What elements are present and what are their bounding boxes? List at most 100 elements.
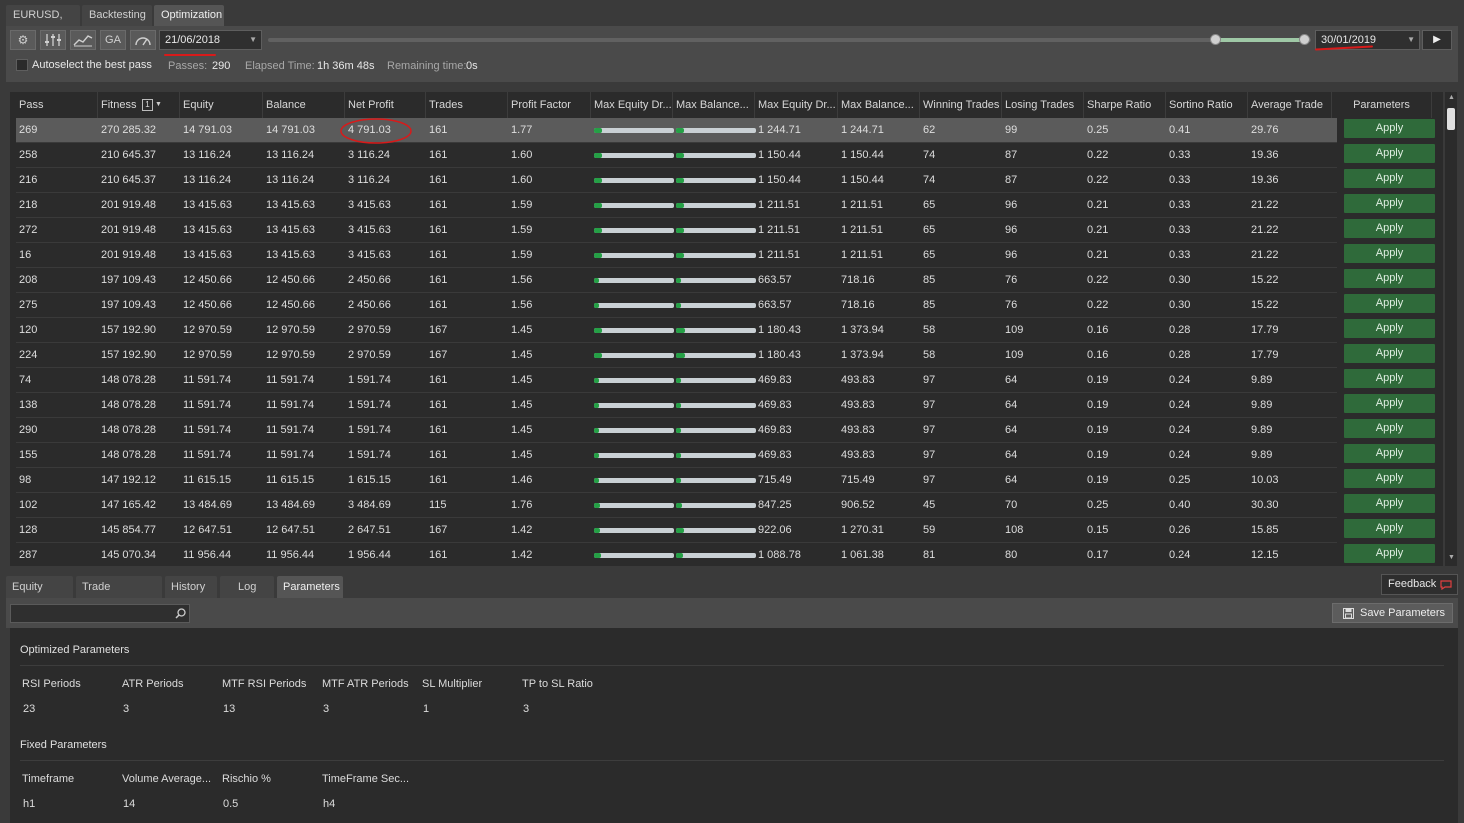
date-range-slider[interactable] — [268, 38, 1311, 42]
column-header[interactable]: Losing Trades — [1002, 92, 1084, 118]
apply-button[interactable]: Apply — [1344, 244, 1435, 263]
table-row[interactable]: 258 210 645.37 13 116.24 13 116.24 3 116.24 1… — [16, 143, 1337, 168]
table-row[interactable]: 216 210 645.37 13 116.24 13 116.24 3 116.24 1… — [16, 168, 1337, 193]
tab-equity-chart[interactable]: Equity Chart — [6, 576, 73, 615]
cell-avg: 17.79 — [1251, 324, 1279, 336]
table-row[interactable]: 269 270 285.32 14 791.03 14 791.03 4 791.03 1… — [16, 118, 1337, 143]
table-row[interactable]: 272 201 919.48 13 415.63 13 415.63 3 415.63 1… — [16, 218, 1337, 243]
apply-button[interactable]: Apply — [1344, 169, 1435, 188]
apply-button[interactable]: Apply — [1344, 419, 1435, 438]
cell-pf: 1.45 — [511, 324, 533, 336]
apply-button[interactable]: Apply — [1344, 294, 1435, 313]
table-row[interactable]: 155 148 078.28 11 591.74 11 591.74 1 591.74 1… — [16, 443, 1337, 468]
table-row[interactable]: 138 148 078.28 11 591.74 11 591.74 1 591.74 1… — [16, 393, 1337, 418]
table-row[interactable]: 218 201 919.48 13 415.63 13 415.63 3 415.63 1… — [16, 193, 1337, 218]
cell-sharpe: 0.19 — [1087, 424, 1109, 436]
table-row[interactable]: 290 148 078.28 11 591.74 11 591.74 1 591.74 1… — [16, 418, 1337, 443]
apply-button[interactable]: Apply — [1344, 144, 1435, 163]
tab-log[interactable]: Log — [220, 576, 274, 598]
gauge-icon[interactable] — [130, 30, 156, 50]
range-end-handle[interactable] — [1299, 34, 1310, 45]
cell-med: 1 180.43 — [758, 324, 801, 336]
drawdown-fill — [594, 303, 599, 308]
cell-avg: 9.89 — [1251, 374, 1273, 386]
table-row[interactable]: 224 157 192.90 12 970.59 12 970.59 2 970.59 1… — [16, 343, 1337, 368]
play-icon[interactable]: ▶ — [1422, 30, 1452, 50]
table-row[interactable]: 275 197 109.43 12 450.66 12 450.66 2 450.66 1… — [16, 293, 1337, 318]
tab-eurusd-h1[interactable]: EURUSD, h1 — [6, 5, 80, 42]
apply-button[interactable]: Apply — [1344, 319, 1435, 338]
table-row[interactable]: 16 201 919.48 13 415.63 13 415.63 3 415.63 16… — [16, 243, 1337, 268]
cell-avg: 10.03 — [1251, 474, 1279, 486]
column-header[interactable]: Pass — [16, 92, 98, 118]
save-parameters-button[interactable]: Save Parameters — [1332, 603, 1453, 623]
table-row[interactable]: 74 148 078.28 11 591.74 11 591.74 1 591.74 16… — [16, 368, 1337, 393]
apply-button[interactable]: Apply — [1344, 519, 1435, 538]
parameter-value: 3 — [323, 703, 330, 715]
column-header[interactable]: Equity — [180, 92, 263, 118]
scrollbar-thumb[interactable] — [1447, 108, 1455, 130]
tab-trade-statistics[interactable]: Trade Statistics — [76, 576, 162, 615]
autoselect-checkbox[interactable] — [16, 59, 28, 71]
apply-button[interactable]: Apply — [1344, 444, 1435, 463]
table-row[interactable]: 128 145 854.77 12 647.51 12 647.51 2 647.51 1… — [16, 518, 1337, 543]
apply-button[interactable]: Apply — [1344, 269, 1435, 288]
apply-button[interactable]: Apply — [1344, 119, 1435, 138]
apply-button[interactable]: Apply — [1344, 369, 1435, 388]
column-header[interactable]: Trades — [426, 92, 508, 118]
table-row[interactable]: 287 145 070.34 11 956.44 11 956.44 1 956.44 1… — [16, 543, 1337, 566]
feedback-button[interactable]: Feedback — [1381, 574, 1458, 595]
cell-sortino: 0.40 — [1169, 499, 1191, 511]
column-header[interactable]: Winning Trades — [920, 92, 1002, 118]
cell-med: 1 180.43 — [758, 349, 801, 361]
cell-equity: 13 415.63 — [183, 249, 232, 261]
column-header[interactable]: Max Equity Dr... — [591, 92, 673, 118]
gear-icon[interactable]: ⚙ — [10, 30, 36, 50]
apply-button[interactable]: Apply — [1344, 544, 1435, 563]
elapsed-time-label: Elapsed Time: — [245, 60, 315, 72]
sliders-icon[interactable] — [40, 30, 66, 50]
ga-button[interactable]: GA — [100, 30, 126, 50]
table-row[interactable]: 102 147 165.42 13 484.69 13 484.69 3 484.69 1… — [16, 493, 1337, 518]
start-date-picker[interactable]: 21/06/2018 ▼ — [159, 30, 262, 50]
apply-button[interactable]: Apply — [1344, 469, 1435, 488]
scroll-up-icon[interactable]: ▲ — [1448, 94, 1455, 101]
column-header[interactable]: Max Equity Dr... — [755, 92, 838, 118]
column-header[interactable]: Profit Factor — [508, 92, 591, 118]
table-row[interactable]: 208 197 109.43 12 450.66 12 450.66 2 450.66 1… — [16, 268, 1337, 293]
cell-pass: 290 — [19, 424, 38, 436]
table-row[interactable]: 120 157 192.90 12 970.59 12 970.59 2 970.59 1… — [16, 318, 1337, 343]
column-header[interactable]: Parameters — [1332, 92, 1432, 118]
scroll-down-icon[interactable]: ▼ — [1448, 554, 1455, 561]
cell-net: 1 591.74 — [348, 374, 391, 386]
tab-backtesting[interactable]: Backtesting — [82, 5, 152, 26]
column-header[interactable]: Max Balance... — [673, 92, 755, 118]
tab-optimization[interactable]: Optimization — [154, 5, 224, 26]
column-header[interactable]: Net Profit — [345, 92, 426, 118]
cell-trades: 161 — [429, 224, 448, 236]
parameters-search-input[interactable] — [10, 604, 190, 623]
tab-parameters[interactable]: Parameters — [277, 576, 343, 598]
cell-fitness: 147 192.12 — [101, 474, 157, 486]
column-header[interactable]: Max Balance... — [838, 92, 920, 118]
cell-win: 85 — [923, 274, 936, 286]
tab-history[interactable]: History — [165, 576, 217, 598]
apply-button[interactable]: Apply — [1344, 219, 1435, 238]
range-start-handle[interactable] — [1210, 34, 1221, 45]
max-equity-drawdown-bar — [594, 253, 674, 258]
cell-med: 469.83 — [758, 399, 792, 411]
apply-button[interactable]: Apply — [1344, 494, 1435, 513]
column-header[interactable]: Balance — [263, 92, 345, 118]
apply-button[interactable]: Apply — [1344, 194, 1435, 213]
drawdown-fill — [676, 453, 681, 458]
column-header[interactable]: Average Trade — [1248, 92, 1332, 118]
apply-button[interactable]: Apply — [1344, 344, 1435, 363]
table-row[interactable]: 98 147 192.12 11 615.15 11 615.15 1 615.15 16… — [16, 468, 1337, 493]
apply-button[interactable]: Apply — [1344, 394, 1435, 413]
column-header[interactable]: Fitness 1 ▼ — [98, 92, 180, 118]
column-header[interactable]: Sharpe Ratio — [1084, 92, 1166, 118]
column-header[interactable]: Sortino Ratio — [1166, 92, 1248, 118]
table-scrollbar[interactable]: ▲ ▼ — [1445, 92, 1457, 566]
cell-mbd: 493.83 — [841, 374, 875, 386]
chart-icon[interactable] — [70, 30, 96, 50]
